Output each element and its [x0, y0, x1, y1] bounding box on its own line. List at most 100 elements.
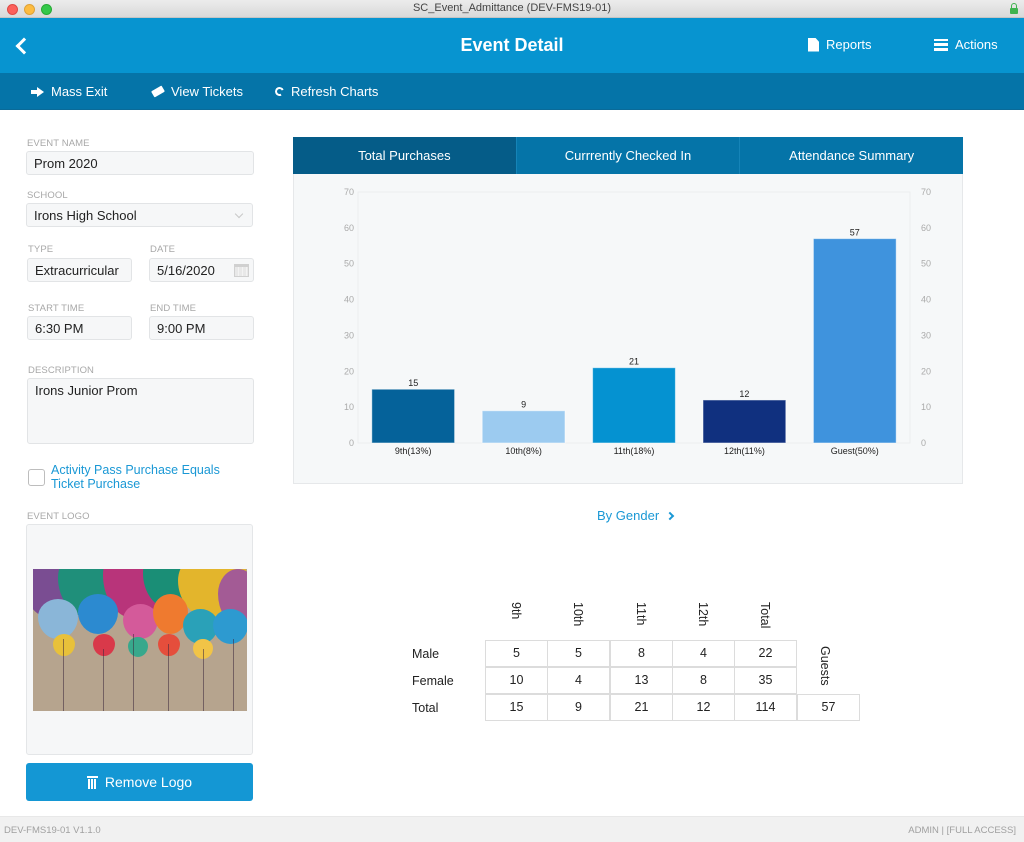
table-cell: 9 [547, 694, 610, 721]
tab-attendance-summary[interactable]: Attendance Summary [739, 137, 963, 174]
y-axis-right-tick-label: 30 [921, 330, 931, 340]
actions-button[interactable]: Actions [934, 37, 998, 52]
x-axis-category-label: Guest(50%) [831, 446, 879, 456]
school-label: SCHOOL [27, 190, 68, 201]
by-gender-link[interactable]: By Gender [597, 508, 675, 523]
school-value: Irons High School [34, 208, 137, 223]
ticket-icon [151, 85, 165, 98]
table-cell: 12 [672, 694, 735, 721]
row-header: Total [412, 701, 439, 715]
activity-pass-checkbox[interactable] [28, 469, 45, 486]
refresh-icon [273, 85, 286, 98]
bar-chart-container: 0 0 10 10 20 20 30 30 40 40 50 50 60 60 70 70 15 9th(13%)… [293, 174, 963, 484]
description-label: DESCRIPTION [28, 365, 95, 376]
bar-value-label: 9 [521, 400, 526, 410]
chevron-right-icon [665, 511, 675, 520]
window-titlebar: SC_Event_Admittance (DEV-FMS19-01) [0, 0, 1024, 18]
y-axis-left-tick-label: 20 [344, 366, 354, 376]
trash-icon [86, 775, 98, 789]
activity-pass-label[interactable]: Activity Pass Purchase Equals Ticket Pur… [51, 463, 241, 491]
table-cell: 10 [485, 667, 548, 694]
column-header: Total [758, 602, 772, 629]
bar-value-label: 21 [629, 357, 639, 367]
menu-icon [934, 38, 948, 51]
chevron-down-icon [234, 209, 244, 219]
y-axis-right-tick-label: 10 [921, 402, 931, 412]
y-axis-left-tick-label: 50 [344, 259, 354, 269]
table-cell: 5 [547, 640, 610, 667]
y-axis-left-tick-label: 10 [344, 402, 354, 412]
y-axis-right-tick-label: 40 [921, 295, 931, 305]
bar-2 [592, 367, 676, 444]
event-logo-label: EVENT LOGO [27, 511, 90, 522]
version-text: DEV-FMS19-01 V1.1.0 [4, 825, 101, 836]
bar-0 [371, 388, 456, 444]
view-tickets-button[interactable]: View Tickets [151, 84, 244, 99]
bar-value-label: 12 [739, 389, 749, 399]
table-cell: 5 [485, 640, 548, 667]
start-time-input[interactable]: 6:30 PM [27, 316, 132, 340]
x-axis-category-label: 11th(18%) [614, 446, 655, 456]
column-header: 12th [696, 602, 710, 627]
y-axis-right-tick-label: 50 [921, 259, 931, 269]
document-icon [808, 37, 819, 52]
tab-currently-checked-in[interactable]: Currrently Checked In [515, 137, 740, 174]
table-cell: 13 [610, 667, 673, 694]
end-time-label: END TIME [150, 303, 197, 314]
mass-exit-button[interactable]: Mass Exit [31, 84, 107, 99]
table-cell: 8 [672, 667, 735, 694]
row-header: Male [412, 647, 440, 661]
mass-exit-label: Mass Exit [51, 84, 108, 99]
chart-tabs: Total Purchases Currrently Checked In At… [293, 137, 963, 174]
access-level-text: ADMIN | [FULL ACCESS] [908, 825, 1016, 836]
table-cell: 4 [547, 667, 610, 694]
y-axis-right-tick-label: 70 [921, 187, 931, 197]
tab-total-purchases[interactable]: Total Purchases [293, 137, 516, 174]
back-button[interactable] [14, 34, 28, 56]
table-cell: 8 [610, 640, 673, 667]
start-time-label: START TIME [28, 303, 85, 314]
y-axis-right-tick-label: 0 [921, 438, 926, 448]
table-cell: 21 [610, 694, 673, 721]
event-logo-image [33, 569, 247, 711]
app-header: Event Detail Reports Actions [0, 18, 1024, 73]
y-axis-left-tick-label: 60 [344, 223, 354, 233]
bar-value-label: 15 [408, 378, 418, 388]
bar-4 [812, 238, 897, 444]
toolbar: Mass Exit View Tickets Refresh Charts [0, 73, 1024, 110]
end-time-input[interactable]: 9:00 PM [149, 316, 254, 340]
y-axis-right-tick-label: 20 [921, 366, 931, 376]
date-value: 5/16/2020 [157, 263, 215, 278]
date-label: DATE [150, 244, 176, 255]
bar-3 [702, 399, 787, 444]
table-cell: 22 [734, 640, 797, 667]
school-select[interactable]: Irons High School [26, 203, 253, 227]
table-cell: 15 [485, 694, 548, 721]
column-header: 10th [571, 602, 585, 627]
x-axis-category-label: 12th(11%) [724, 446, 765, 456]
type-input[interactable]: Extracurricular [27, 258, 132, 282]
date-input[interactable]: 5/16/2020 [149, 258, 254, 282]
reports-button[interactable]: Reports [808, 37, 872, 52]
arrow-right-icon [31, 86, 44, 97]
refresh-charts-label: Refresh Charts [291, 84, 379, 99]
event-name-label: EVENT NAME [27, 138, 90, 149]
table-cell: 4 [672, 640, 735, 667]
event-logo-container [26, 524, 253, 755]
column-header: 9th [509, 602, 523, 620]
event-name-input[interactable]: Prom 2020 [26, 151, 254, 175]
reports-label: Reports [826, 37, 872, 52]
calendar-icon[interactable] [234, 264, 249, 277]
bar-value-label: 57 [850, 228, 860, 238]
lock-icon [1010, 3, 1018, 14]
y-axis-left-tick-label: 70 [344, 187, 354, 197]
refresh-charts-button[interactable]: Refresh Charts [273, 84, 379, 99]
window-title: SC_Event_Admittance (DEV-FMS19-01) [412, 2, 612, 14]
y-axis-left-tick-label: 40 [344, 295, 354, 305]
table-cell: 114 [734, 694, 797, 721]
view-tickets-label: View Tickets [171, 84, 244, 99]
remove-logo-button[interactable]: Remove Logo [26, 763, 253, 801]
bar-chart: 0 0 10 10 20 20 30 30 40 40 50 50 60 60 70 70 15 9th(13%)… [344, 187, 931, 456]
bar-1 [481, 410, 566, 444]
description-textarea[interactable]: Irons Junior Prom [27, 378, 254, 444]
